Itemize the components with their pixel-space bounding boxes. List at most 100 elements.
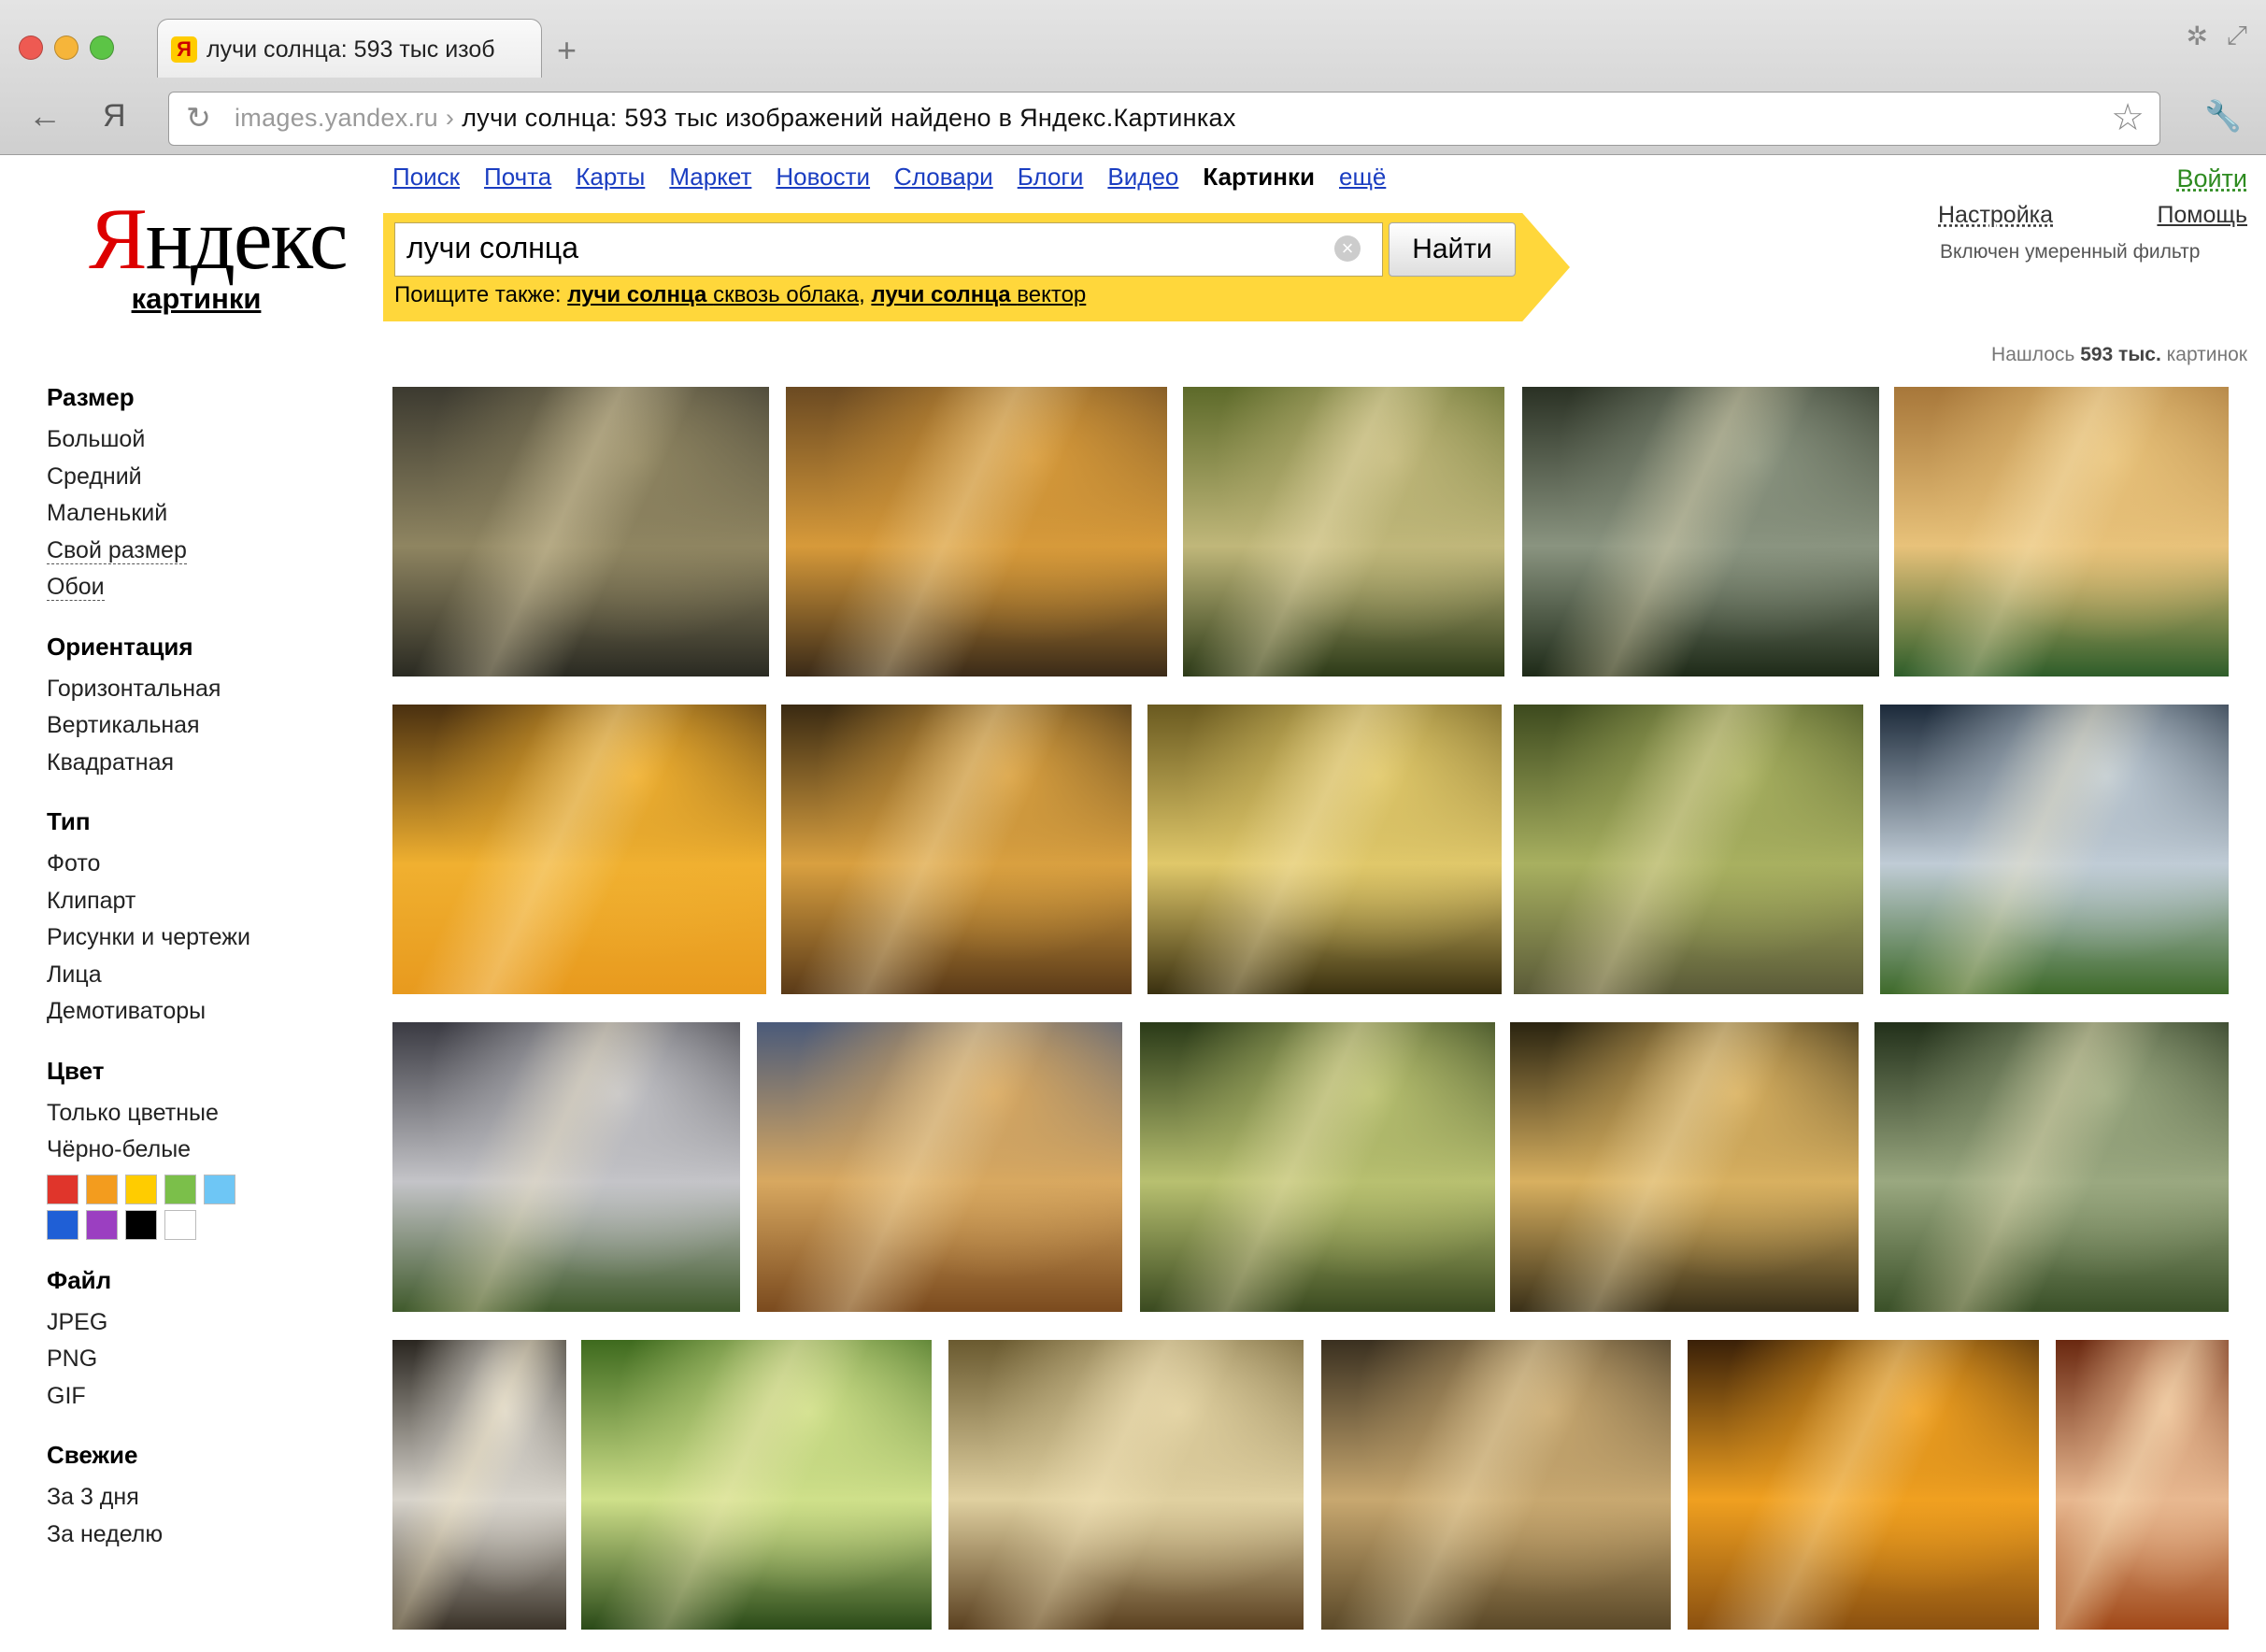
results-count: Нашлось 593 тыс. картинок xyxy=(1991,344,2247,365)
reload-icon[interactable]: ↻ xyxy=(186,100,211,135)
filter-heading: Ориентация xyxy=(47,632,193,661)
filter-option[interactable]: Большой xyxy=(47,421,346,459)
color-swatch[interactable] xyxy=(125,1174,157,1204)
new-tab-button[interactable]: + xyxy=(557,34,577,67)
service-link-6[interactable]: Блоги xyxy=(1018,163,1084,191)
filter-option[interactable]: Только цветные xyxy=(47,1095,346,1132)
image-thumbnail-forest-path-green[interactable] xyxy=(1183,387,1504,676)
back-arrow-icon[interactable]: ← xyxy=(28,97,62,135)
filter-option[interactable]: Рисунки и чертежи xyxy=(47,919,346,957)
filter-option[interactable]: Демотиваторы xyxy=(47,993,346,1031)
service-link-5[interactable]: Словари xyxy=(894,163,993,191)
service-link-3[interactable]: Маркет xyxy=(669,163,751,191)
url-host: images.yandex.ru xyxy=(235,104,438,132)
filter-option[interactable]: За 3 дня xyxy=(47,1479,346,1517)
filter-option-label: Обои xyxy=(47,574,105,601)
image-thumbnail-tree-alley[interactable] xyxy=(1510,1022,1859,1312)
filter-option[interactable]: Вертикальная xyxy=(47,707,346,745)
suggestion-link[interactable]: лучи солнца сквозь облака xyxy=(567,282,859,307)
settings-icon[interactable]: ✲ xyxy=(2187,21,2208,51)
color-swatch[interactable] xyxy=(47,1174,78,1204)
image-thumbnail-sunset-lake[interactable] xyxy=(1688,1340,2039,1630)
filter-option[interactable]: Клипарт xyxy=(47,883,346,920)
help-link[interactable]: Помощь xyxy=(2157,202,2247,229)
filter-option-label: Чёрно-белые xyxy=(47,1136,192,1162)
minimize-window-button[interactable] xyxy=(54,36,78,60)
image-thumbnail-spring-forest[interactable] xyxy=(581,1340,932,1630)
filter-group: Цвет Только цветные Чёрно-белые xyxy=(47,1057,346,1240)
filter-heading: Цвет xyxy=(47,1056,105,1085)
filter-option-label: Квадратная xyxy=(47,748,175,776)
color-swatch[interactable] xyxy=(86,1209,118,1240)
color-swatch[interactable] xyxy=(125,1209,157,1240)
filter-option[interactable]: Обои xyxy=(47,569,346,606)
color-swatch[interactable] xyxy=(164,1209,196,1240)
bookmark-star-icon[interactable]: ☆ xyxy=(2111,96,2145,139)
image-thumbnail-valley-clouds[interactable] xyxy=(392,1022,740,1312)
search-button[interactable]: Найти xyxy=(1389,222,1516,277)
filter-option[interactable]: Лица xyxy=(47,957,346,994)
service-link-0[interactable]: Поиск xyxy=(392,163,460,191)
image-thumbnail-meadow-rays[interactable] xyxy=(1894,387,2229,676)
image-thumbnail-green-forest-path[interactable] xyxy=(1140,1022,1495,1312)
yandex-favicon-icon: Я xyxy=(171,36,197,63)
filter-option-label: Лица xyxy=(47,961,102,988)
color-swatch[interactable] xyxy=(204,1174,235,1204)
image-thumbnail-misty-lake-forest[interactable] xyxy=(1321,1340,1671,1630)
safe-search-note: Включен умеренный фильтр xyxy=(1940,241,2201,263)
filter-option[interactable]: Маленький xyxy=(47,495,346,533)
filter-option[interactable]: PNG xyxy=(47,1341,346,1378)
address-bar[interactable]: ↻ images.yandex.ru › лучи солнца: 593 тыс … xyxy=(168,92,2160,146)
filter-option[interactable]: Фото xyxy=(47,846,346,883)
image-thumbnail-forest-ferns[interactable] xyxy=(1147,705,1502,994)
image-thumbnail-cave-waterfall[interactable] xyxy=(392,1340,566,1630)
filter-option[interactable]: Средний xyxy=(47,459,346,496)
image-thumbnail-clouds-over-fields[interactable] xyxy=(1880,705,2229,994)
filter-option[interactable]: Свой размер xyxy=(47,533,346,570)
filter-heading: Файл xyxy=(47,1265,112,1294)
close-window-button[interactable] xyxy=(19,36,43,60)
image-thumbnail-forest-rays-1[interactable] xyxy=(392,387,769,676)
filter-option[interactable]: Чёрно-белые xyxy=(47,1132,346,1169)
filter-group: Файл JPEG PNG GIF xyxy=(47,1266,346,1416)
filter-option[interactable]: GIF xyxy=(47,1378,346,1416)
suggestion-rest: вектор xyxy=(1017,282,1087,307)
wrench-menu-icon[interactable]: 🔧 xyxy=(2204,97,2242,135)
yandex-button[interactable]: Я xyxy=(103,97,126,135)
image-thumbnail-dark-forest-rays[interactable] xyxy=(1522,387,1879,676)
filter-heading: Размер xyxy=(47,383,135,411)
image-thumbnail-autumn-road[interactable] xyxy=(948,1340,1304,1630)
zoom-window-button[interactable] xyxy=(90,36,114,60)
filter-option[interactable]: JPEG xyxy=(47,1304,346,1342)
fullscreen-icon[interactable]: ⤢ xyxy=(2227,21,2247,51)
image-thumbnail-golden-tree[interactable] xyxy=(392,705,766,994)
image-thumbnail-jungle-rays[interactable] xyxy=(1874,1022,2229,1312)
filter-option-label: Вертикальная xyxy=(47,712,200,738)
suggestion-link[interactable]: лучи солнца вектор xyxy=(871,282,1086,307)
filter-option[interactable]: Квадратная xyxy=(47,745,346,782)
browser-tab[interactable]: Я лучи солнца: 593 тыс изоб xyxy=(157,19,542,78)
color-swatch[interactable] xyxy=(86,1174,118,1204)
clear-search-icon[interactable]: × xyxy=(1334,235,1361,262)
settings-link[interactable]: Настройка xyxy=(1938,202,2053,229)
image-thumbnail-mountain-sunset[interactable] xyxy=(757,1022,1122,1312)
service-link-1[interactable]: Почта xyxy=(484,163,551,191)
image-thumbnail-autumn-forest[interactable] xyxy=(781,705,1132,994)
results-count-value: 593 тыс. xyxy=(2080,344,2161,365)
search-input[interactable]: лучи солнца xyxy=(394,222,1383,277)
filter-group: Ориентация Горизонтальная Вертикальная Квад… xyxy=(47,633,346,782)
filter-option-label: Демотиваторы xyxy=(47,998,207,1024)
yandex-logo[interactable]: Яндекс картинки xyxy=(89,192,349,316)
image-thumbnail-antelope-canyon[interactable] xyxy=(2056,1340,2229,1630)
image-thumbnail-forest-road-rays[interactable] xyxy=(1514,705,1863,994)
filter-option[interactable]: За неделю xyxy=(47,1517,346,1554)
service-link-4[interactable]: Новости xyxy=(776,163,870,191)
service-link-2[interactable]: Карты xyxy=(576,163,645,191)
color-swatch[interactable] xyxy=(164,1174,196,1204)
login-link[interactable]: Войти xyxy=(2176,164,2247,193)
service-link-7[interactable]: Видео xyxy=(1107,163,1178,191)
color-swatch[interactable] xyxy=(47,1209,78,1240)
service-more-link[interactable]: ещё xyxy=(1339,163,1386,191)
filter-option[interactable]: Горизонтальная xyxy=(47,671,346,708)
image-thumbnail-park-man-bench[interactable] xyxy=(786,387,1167,676)
